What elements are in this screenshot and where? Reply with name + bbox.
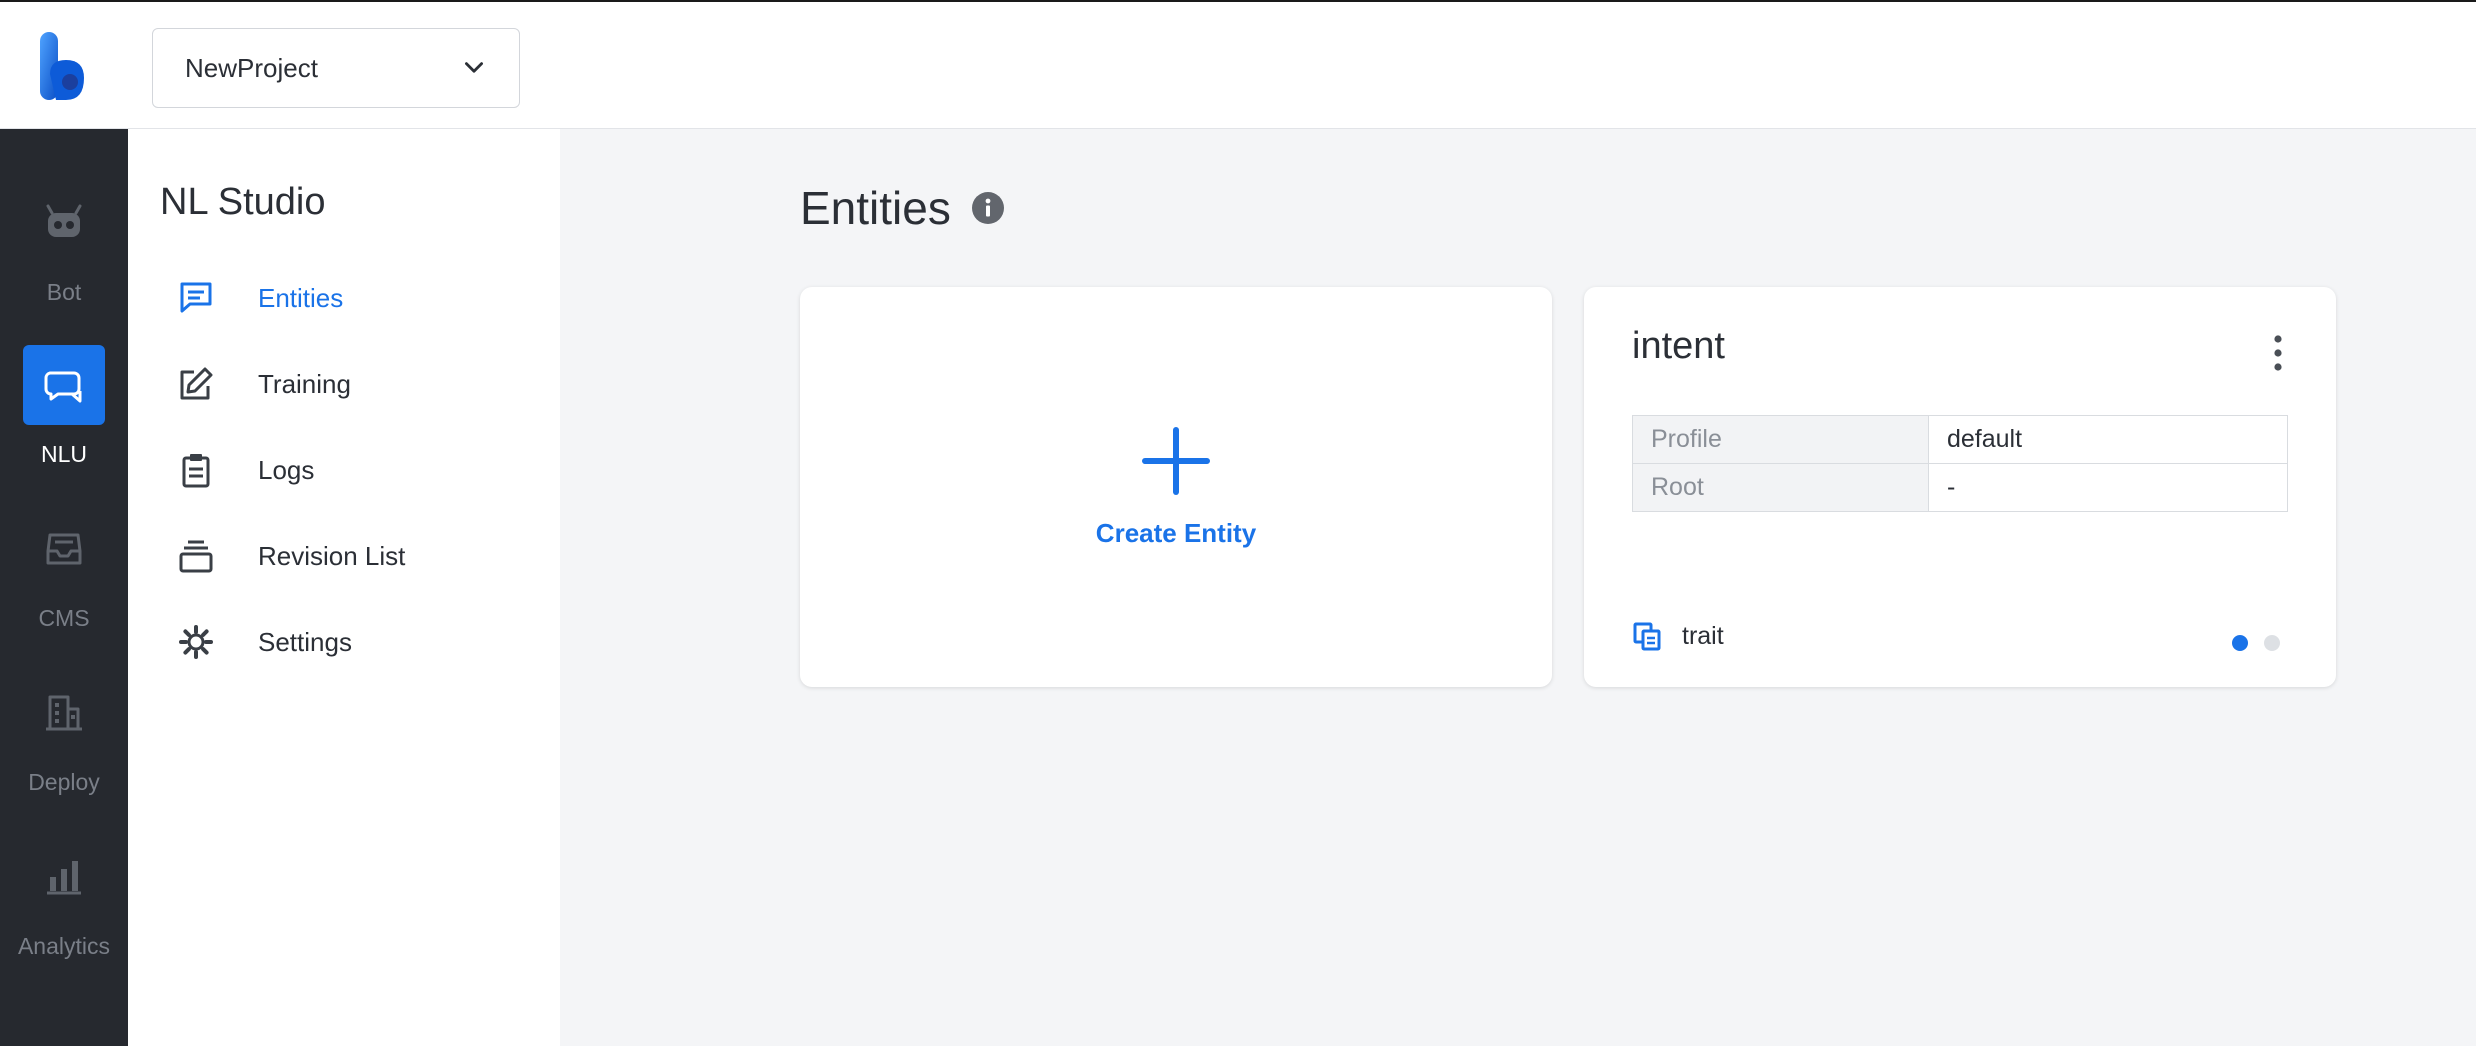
property-key: Profile [1632, 415, 1929, 464]
kore-logo-icon[interactable] [36, 30, 92, 104]
table-row: Profile default [1632, 415, 2288, 464]
main-content: Entities Create Entity intent Profile de… [560, 129, 2476, 1046]
clipboard-icon [182, 454, 210, 488]
building-icon [46, 695, 82, 731]
plus-icon [1142, 426, 1210, 495]
rail-item-label: Analytics [17, 933, 111, 959]
gear-icon [179, 625, 213, 659]
nav-item-label: Settings [258, 626, 352, 657]
nav-item-label: Training [258, 368, 351, 399]
more-vertical-icon[interactable] [2270, 333, 2286, 373]
pager-dot-2[interactable] [2264, 635, 2280, 651]
layers-icon [179, 540, 213, 573]
inbox-icon [46, 533, 82, 565]
trait-row[interactable]: trait [1632, 621, 1724, 651]
project-selector[interactable]: NewProject [152, 28, 520, 108]
project-name: NewProject [185, 52, 318, 83]
rail-item-deploy[interactable]: Deploy [0, 673, 128, 823]
page-title: Entities [800, 182, 951, 234]
page-title-row: Entities [800, 181, 1005, 235]
info-icon[interactable] [971, 191, 1005, 225]
nav-item-label: Revision List [258, 540, 406, 571]
message-square-icon [180, 282, 212, 313]
create-entity-label: Create Entity [1095, 517, 1257, 548]
property-value: - [1928, 463, 2288, 512]
nav-item-training[interactable]: Training [178, 354, 351, 414]
app-rail: Bot NLU CMS Deploy Analytics [0, 129, 128, 1046]
pager-dot-1[interactable] [2232, 635, 2248, 651]
secondary-nav: NL Studio Entities Training Logs Revisio… [128, 129, 560, 1046]
chevron-down-icon [465, 62, 483, 73]
entity-card[interactable]: intent Profile default Root - trait [1584, 287, 2336, 687]
property-value: default [1928, 415, 2288, 464]
rail-item-label: NLU [40, 441, 87, 467]
nav-item-revision-list[interactable]: Revision List [178, 526, 405, 586]
nav-item-entities[interactable]: Entities [178, 268, 343, 328]
rail-item-analytics[interactable]: Analytics [0, 837, 128, 987]
chat-bubbles-icon [44, 371, 82, 403]
card-pager [2216, 635, 2280, 651]
property-key: Root [1632, 463, 1929, 512]
rail-item-cms[interactable]: CMS [0, 509, 128, 659]
edit-icon [180, 367, 213, 400]
table-row: Root - [1632, 463, 2288, 512]
bar-chart-icon [47, 861, 81, 895]
rail-item-nlu[interactable]: NLU [0, 345, 128, 495]
section-title: NL Studio [160, 181, 326, 223]
create-entity-card[interactable]: Create Entity [800, 287, 1552, 687]
rail-item-label: Bot [46, 279, 82, 305]
rail-item-label: Deploy [28, 769, 100, 795]
nav-item-logs[interactable]: Logs [178, 440, 314, 500]
entity-name: intent [1632, 325, 1725, 367]
rail-item-bot[interactable]: Bot [0, 183, 128, 333]
robot-icon [46, 204, 82, 237]
nav-item-settings[interactable]: Settings [178, 612, 352, 672]
entity-properties-table: Profile default Root - [1632, 415, 2288, 512]
nav-item-label: Entities [258, 282, 344, 313]
trait-label: trait [1682, 621, 1724, 650]
top-bar: NewProject [0, 0, 2476, 129]
nav-item-label: Logs [258, 454, 315, 485]
copy-icon [1633, 622, 1661, 651]
rail-item-label: CMS [38, 605, 90, 631]
